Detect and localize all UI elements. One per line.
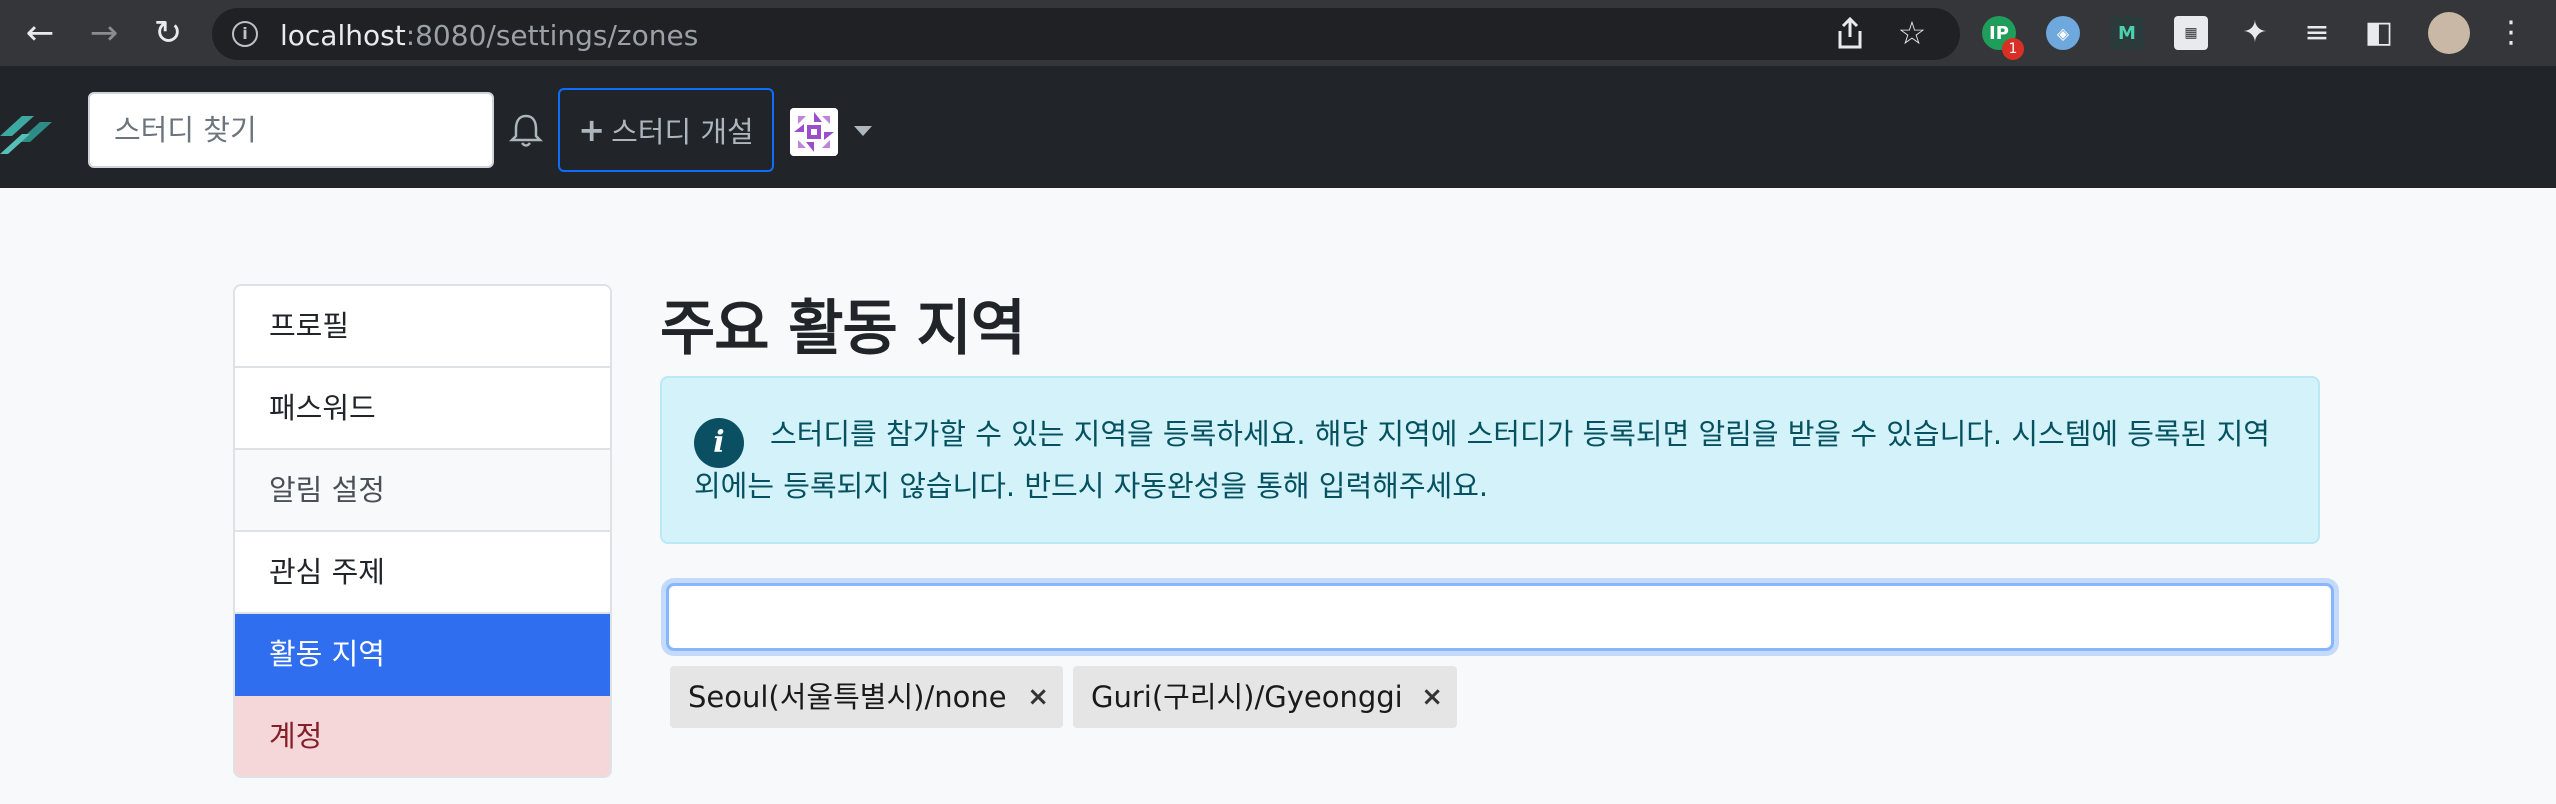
more-menu-icon[interactable]: ⋮ bbox=[2492, 14, 2530, 52]
sidebar-item-zones[interactable]: 활동 지역 bbox=[235, 614, 610, 696]
address-bar[interactable]: i localhost:8080/settings/zones ☆ bbox=[212, 8, 1960, 60]
address-url[interactable]: localhost:8080/settings/zones bbox=[280, 19, 698, 52]
sidebar-item-account[interactable]: 계정 bbox=[235, 696, 610, 776]
profile-avatar-icon[interactable] bbox=[2428, 12, 2470, 54]
user-menu-chevron-down-icon[interactable] bbox=[854, 126, 872, 136]
share-icon[interactable] bbox=[1832, 16, 1868, 52]
plus-icon: + bbox=[578, 111, 606, 149]
reload-icon[interactable]: ↻ bbox=[146, 11, 190, 55]
brand-logo-icon[interactable] bbox=[0, 106, 56, 162]
sidebar-item-password[interactable]: 패스워드 bbox=[235, 368, 610, 450]
extensions-puzzle-icon[interactable]: ✦ bbox=[2236, 14, 2274, 52]
extension-icon-m[interactable]: M bbox=[2110, 16, 2144, 50]
side-panel-icon[interactable]: ◧ bbox=[2360, 14, 2398, 52]
zone-tag: Guri(구리시)/Gyeonggi × bbox=[1073, 666, 1457, 728]
sidebar-item-tags[interactable]: 관심 주제 bbox=[235, 532, 610, 614]
study-search-input[interactable]: 스터디 찾기 bbox=[88, 92, 494, 168]
zone-tag: Seoul(서울특별시)/none × bbox=[670, 666, 1063, 728]
app-navbar: 스터디 찾기 + 스터디 개설 bbox=[0, 66, 2556, 188]
url-host: localhost bbox=[280, 19, 406, 52]
info-alert-text: 스터디를 참가할 수 있는 지역을 등록하세요. 해당 지역에 스터디가 등록되… bbox=[694, 417, 2270, 503]
remove-tag-icon[interactable]: × bbox=[1421, 666, 1443, 728]
back-icon[interactable]: ← bbox=[18, 11, 62, 55]
zone-tagify-input[interactable] bbox=[666, 583, 2334, 651]
extension-icon-qr[interactable]: ▦ bbox=[2174, 16, 2208, 50]
info-alert: i 스터디를 참가할 수 있는 지역을 등록하세요. 해당 지역에 스터디가 등… bbox=[660, 376, 2320, 544]
site-info-icon[interactable]: i bbox=[232, 21, 258, 47]
extension-icon-blue[interactable]: ◈ bbox=[2046, 16, 2080, 50]
remove-tag-icon[interactable]: × bbox=[1027, 666, 1049, 728]
url-path: :8080/settings/zones bbox=[405, 19, 699, 52]
sidebar-item-profile[interactable]: 프로필 bbox=[235, 286, 610, 368]
reading-list-icon[interactable]: ≡ bbox=[2298, 14, 2336, 52]
zone-tag-label: Seoul(서울특별시)/none bbox=[688, 680, 1007, 714]
settings-sidebar: 프로필 패스워드 알림 설정 관심 주제 활동 지역 계정 bbox=[233, 284, 612, 778]
page-title: 주요 활동 지역 bbox=[660, 294, 1026, 364]
browser-toolbar: ← → ↻ i localhost:8080/settings/zones ☆ … bbox=[0, 0, 2556, 66]
create-study-button[interactable]: + 스터디 개설 bbox=[558, 88, 774, 172]
create-study-label: 스터디 개설 bbox=[611, 115, 754, 149]
bookmark-star-icon[interactable]: ☆ bbox=[1894, 14, 1930, 52]
zone-tag-label: Guri(구리시)/Gyeonggi bbox=[1091, 680, 1403, 714]
user-avatar[interactable] bbox=[790, 108, 838, 156]
notification-bell-icon[interactable] bbox=[506, 110, 546, 150]
sidebar-item-notifications[interactable]: 알림 설정 bbox=[235, 450, 610, 532]
forward-icon[interactable]: → bbox=[82, 11, 126, 55]
extension-badge: 1 bbox=[2002, 38, 2024, 60]
